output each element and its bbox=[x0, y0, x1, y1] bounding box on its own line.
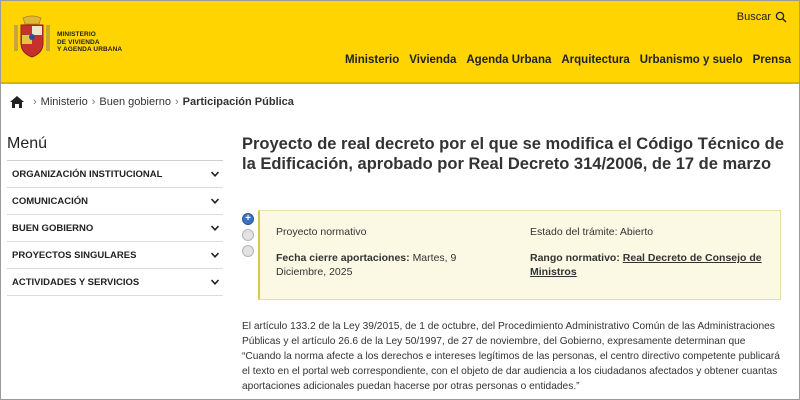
sidebar-item-comunicacion[interactable]: COMUNICACIÓN bbox=[7, 188, 223, 215]
nav-vivienda[interactable]: Vivienda bbox=[409, 54, 456, 66]
sidebar-item-label: BUEN GOBIERNO bbox=[12, 222, 94, 234]
coat-of-arms-icon bbox=[14, 15, 50, 58]
breadcrumb-current: Participación Pública bbox=[182, 96, 294, 108]
breadcrumb-separator: › bbox=[91, 96, 96, 108]
breadcrumb-buen-gobierno[interactable]: Buen gobierno bbox=[99, 96, 171, 108]
info-panel: Proyecto normativo Estado del trámite: A… bbox=[258, 210, 781, 300]
sidebar-item-actividades[interactable]: ACTIVIDADES Y SERVICIOS bbox=[7, 269, 223, 296]
intro-paragraph: El artículo 133.2 de la Ley 39/2015, de … bbox=[242, 321, 780, 392]
site-header: MINISTERIO DE VIVIENDA Y AGENDA URBANA B… bbox=[1, 1, 799, 84]
nav-arquitectura[interactable]: Arquitectura bbox=[561, 54, 629, 66]
ministry-name: MINISTERIO DE VIVIENDA Y AGENDA URBANA bbox=[57, 31, 123, 53]
nav-ministerio[interactable]: Ministerio bbox=[345, 54, 399, 66]
sidebar-item-label: COMUNICACIÓN bbox=[12, 195, 88, 207]
nav-urbanismo-y-suelo[interactable]: Urbanismo y suelo bbox=[640, 54, 743, 66]
chevron-down-icon bbox=[211, 252, 219, 258]
normative-range: Rango normativo: Real Decreto de Consejo… bbox=[530, 251, 770, 279]
sidebar-item-buen-gobierno[interactable]: BUEN GOBIERNO bbox=[7, 215, 223, 242]
info-tabs: + bbox=[242, 213, 256, 261]
breadcrumb-separator: › bbox=[174, 96, 179, 108]
nav-agenda-urbana[interactable]: Agenda Urbana bbox=[466, 54, 551, 66]
page-title: Proyecto de real decreto por el que se m… bbox=[242, 135, 784, 173]
plus-icon: + bbox=[245, 213, 251, 224]
sidebar-item-proyectos-singulares[interactable]: PROYECTOS SINGULARES bbox=[7, 242, 223, 269]
home-icon[interactable] bbox=[9, 95, 25, 109]
sidebar-item-label: ORGANIZACIÓN INSTITUCIONAL bbox=[12, 168, 163, 180]
menu-title: Menú bbox=[7, 135, 223, 161]
chevron-down-icon bbox=[211, 279, 219, 285]
search-label: Buscar bbox=[736, 11, 771, 23]
sidebar-item-label: PROYECTOS SINGULARES bbox=[12, 249, 137, 261]
ministry-logo[interactable]: MINISTERIO DE VIVIENDA Y AGENDA URBANA bbox=[9, 15, 139, 65]
info-tab-2[interactable] bbox=[242, 229, 254, 241]
nav-prensa[interactable]: Prensa bbox=[753, 54, 791, 66]
chevron-down-icon bbox=[211, 225, 219, 231]
closing-date: Fecha cierre aportaciones: Martes, 9 Dic… bbox=[276, 251, 496, 279]
breadcrumb: › Ministerio › Buen gobierno › Participa… bbox=[9, 95, 294, 109]
info-tab-1[interactable]: + bbox=[242, 213, 254, 225]
closing-date-label: Fecha cierre aportaciones: bbox=[276, 252, 410, 264]
search-link[interactable]: Buscar bbox=[737, 11, 787, 23]
search-icon bbox=[775, 11, 787, 23]
chevron-down-icon bbox=[211, 171, 219, 177]
info-tab-3[interactable] bbox=[242, 245, 254, 257]
main-nav: Ministerio Vivienda Agenda Urbana Arquit… bbox=[345, 54, 791, 66]
sidebar-item-organizacion[interactable]: ORGANIZACIÓN INSTITUCIONAL bbox=[7, 161, 223, 188]
normative-range-label: Rango normativo: bbox=[530, 252, 620, 264]
breadcrumb-separator: › bbox=[33, 96, 37, 108]
procedure-status: Estado del trámite: Abierto bbox=[530, 226, 654, 238]
sidebar-item-label: ACTIVIDADES Y SERVICIOS bbox=[12, 276, 140, 288]
chevron-down-icon bbox=[211, 198, 219, 204]
sidebar-menu: Menú ORGANIZACIÓN INSTITUCIONAL COMUNICA… bbox=[7, 135, 223, 296]
breadcrumb-ministerio[interactable]: Ministerio bbox=[41, 96, 88, 108]
project-type: Proyecto normativo bbox=[276, 226, 367, 238]
